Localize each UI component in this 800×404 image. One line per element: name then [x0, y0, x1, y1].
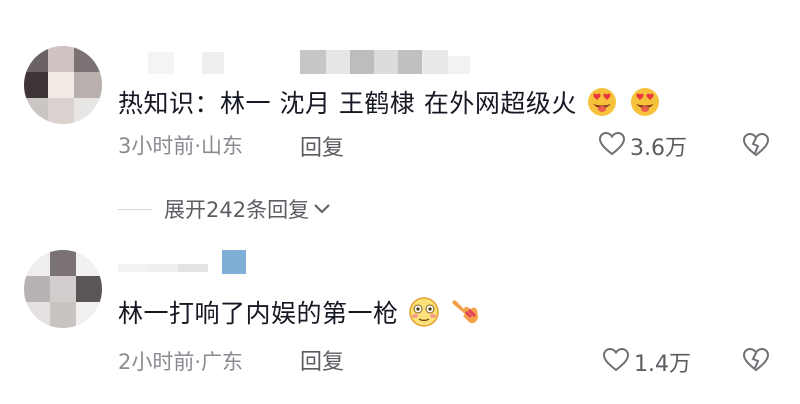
username-blurred[interactable] — [118, 50, 498, 76]
comment-text-row: 热知识：林一 沈月 王鹤棣 在外网超级火 — [118, 84, 662, 124]
heart-outline-icon — [598, 131, 626, 161]
like-button[interactable]: 3.6万 — [598, 130, 687, 162]
reply-button[interactable]: 回复 — [300, 344, 344, 376]
expand-replies-label: 展开242条回复 — [164, 198, 310, 222]
reply-button[interactable]: 回复 — [300, 130, 344, 162]
comment-text: 热知识：林一 沈月 王鹤棣 在外网超级火 — [118, 89, 577, 118]
like-button[interactable]: 1.4万 — [602, 346, 691, 378]
flushed-face-emoji — [407, 296, 441, 334]
avatar[interactable] — [24, 250, 102, 328]
like-count: 3.6万 — [630, 136, 687, 161]
expand-replies-button[interactable]: 展开242条回复 — [118, 194, 331, 224]
broken-heart-icon — [742, 132, 770, 162]
comment-text: 林一打响了内娱的第一枪 — [118, 299, 399, 328]
comment-meta: 2小时前·广东 — [118, 350, 244, 374]
chevron-down-icon — [313, 203, 331, 215]
broken-heart-icon — [742, 347, 770, 377]
like-count: 1.4万 — [634, 352, 691, 377]
dislike-button[interactable] — [742, 347, 770, 377]
heart-eyes-emoji — [585, 86, 619, 124]
heart-outline-icon — [602, 347, 630, 377]
divider-line — [118, 208, 152, 210]
comment-text-row: 林一打响了内娱的第一枪 — [118, 294, 483, 334]
username-blurred[interactable] — [118, 250, 278, 276]
comment-meta: 3小时前·山东 — [118, 134, 244, 158]
pointing-hand-emoji — [449, 296, 483, 334]
dislike-button[interactable] — [742, 132, 770, 162]
avatar[interactable] — [24, 46, 102, 124]
heart-eyes-emoji — [628, 86, 662, 124]
